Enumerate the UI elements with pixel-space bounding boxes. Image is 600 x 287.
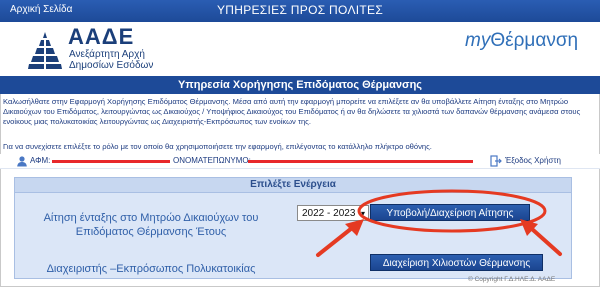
action-panel-header: Επιλέξτε Ενέργεια <box>15 178 571 193</box>
application-row-label: Αίτηση ένταξης στο Μητρώο Δικαιούχων του… <box>15 211 287 239</box>
logo-area: ΑΑΔΕ Ανεξάρτητη Αρχή Δημοσίων Εσόδων myΘ… <box>0 22 600 76</box>
action-panel: Επιλέξτε Ενέργεια Αίτηση ένταξης στο Μητ… <box>14 177 572 279</box>
application-label-line2: Επιδόματος Θέρμανσης Έτους <box>75 226 227 238</box>
top-nav-title: ΥΠΗΡΕΣΙΕΣ ΠΡΟΣ ΠΟΛΙΤΕΣ <box>216 3 384 17</box>
building-manager-label: Διαχειριστής –Εκπρόσωπος Πολυκατοικίας <box>46 263 256 275</box>
aade-subtitle-line1: Ανεξάρτητη Αρχή <box>69 49 145 60</box>
top-nav-bar: Αρχική Σελίδα ΥΠΗΡΕΣΙΕΣ ΠΡΟΣ ΠΟΛΙΤΕΣ <box>0 0 600 22</box>
copyright-text: © Copyright Γ.Δ.ΗΛΕ.Δ. ΑΑΔΕ <box>468 276 556 283</box>
submit-application-button[interactable]: Υποβολή/Διαχείριση Αίτησης <box>370 204 530 221</box>
user-icon <box>17 156 27 167</box>
year-select-value: 2022 - 2023 <box>302 208 356 219</box>
aade-logo-icon <box>28 32 62 69</box>
name-label: ΟΝΟΜΑΤΕΠΩΝΥΜΟ: <box>173 156 251 165</box>
my-heating-logo: myΘέρμανση <box>465 30 578 52</box>
aade-logo-name: ΑΑΔΕ <box>68 24 135 49</box>
exit-user-link[interactable]: Έξοδος Χρήστη <box>505 156 561 165</box>
exit-icon[interactable] <box>490 155 502 167</box>
application-label-line1: Αίτηση ένταξης στο Μητρώο Δικαιούχων του <box>43 212 259 224</box>
chevron-down-icon: ▾ <box>360 209 365 218</box>
service-description: Καλωσήλθατε στην Εφαρμογή Χορήγησης Επιδ… <box>3 97 581 126</box>
aade-subtitle-line2: Δημοσίων Εσόδων <box>69 60 154 71</box>
afm-label: ΑΦΜ: <box>30 156 51 165</box>
afm-redaction <box>52 160 170 163</box>
service-title-bar: Υπηρεσία Χορήγησης Επιδόματος Θέρμανσης <box>0 76 600 94</box>
manage-heating-shares-button[interactable]: Διαχείριση Χιλιοστών Θέρμανσης <box>370 254 543 271</box>
service-instruction: Για να συνεχίσετε επιλέξτε το ρόλο με το… <box>3 142 432 151</box>
year-select[interactable]: 2022 - 2023 ▾ <box>297 205 369 221</box>
aade-logo-subtitle: Ανεξάρτητη Αρχή Δημοσίων Εσόδων <box>69 49 153 71</box>
user-info-row: ΑΦΜ: ΟΝΟΜΑΤΕΠΩΝΥΜΟ: Έξοδος Χρήστη <box>0 154 600 169</box>
my-heating-name: Θέρμανση <box>490 30 579 51</box>
name-redaction <box>248 160 473 163</box>
my-heating-prefix: my <box>465 30 491 51</box>
